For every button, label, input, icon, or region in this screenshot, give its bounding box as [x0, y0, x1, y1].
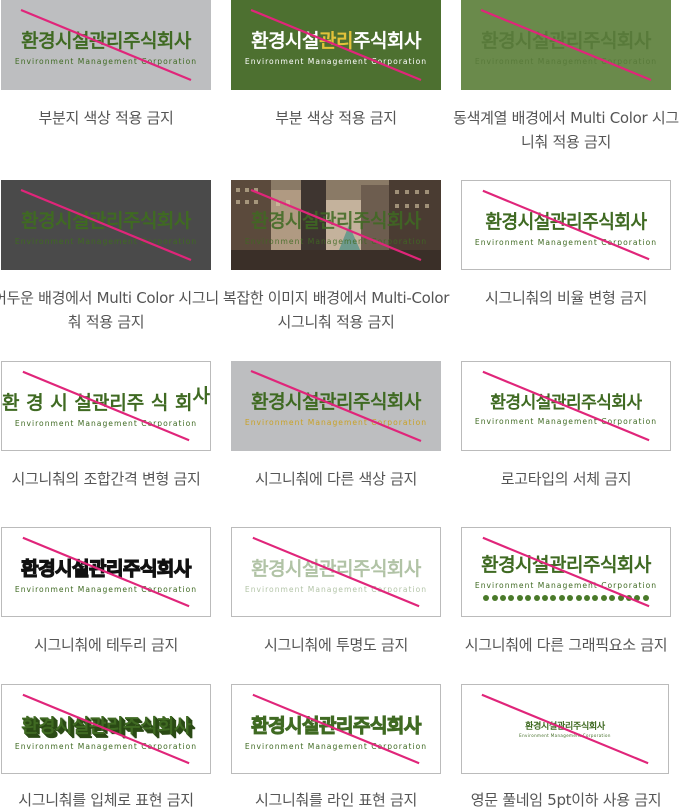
logo-sample: 환경시설관리주식회사 Environment Management Corpor… — [461, 0, 671, 90]
logo-sample: 환경시설관리주식회사 Environment Management Corpor… — [231, 684, 441, 774]
prohibited-slash — [22, 370, 190, 442]
caption: 시그니춰에 다른 그래픽요소 금지 — [464, 636, 668, 654]
caption: 어두운 배경에서 Multi Color 시그니춰 적용 금지 — [0, 289, 219, 331]
logo-sample: 환경시설관리주식회사 Environment Management Corpor… — [231, 180, 441, 270]
prohibited-slash — [252, 536, 420, 608]
caption: 시그니춰에 테두리 금지 — [34, 636, 178, 654]
caption: 시그니춰를 입체로 표현 금지 — [18, 791, 194, 809]
caption: 영문 풀네임 5pt이하 사용 금지 — [470, 791, 662, 809]
prohibited-slash — [250, 369, 422, 443]
logo-sample: 환경시설관리주식회사 Environment Management Corpor… — [1, 180, 211, 270]
prohibited-slash — [20, 8, 192, 82]
caption: 복잡한 이미지 배경에서 Multi-Color 시그니춰 적용 금지 — [222, 289, 450, 331]
prohibited-slash — [480, 8, 652, 82]
prohibited-slash — [481, 693, 649, 765]
logo-sample: 환경시설관리주식회사 Environment Management Corpor… — [231, 527, 441, 617]
prohibited-slash — [250, 8, 422, 82]
logo-sample: 환경시설관리주식회사 Environment Management Corpor… — [231, 0, 441, 90]
logo-sample: 환경시설관리주식회사 Environment Management Corpor… — [1, 684, 211, 774]
prohibited-slash — [252, 693, 420, 765]
prohibited-slash — [250, 188, 422, 262]
logo-sample: 환경시설관리주식회사 Environment Management Corpor… — [461, 361, 671, 451]
caption: 시그니춰의 조합간격 변형 금지 — [11, 470, 201, 488]
caption: 로고타입의 서체 금지 — [500, 470, 632, 488]
logo-sample: 환경시설관리주식회사 Environment Management Corpor… — [231, 361, 441, 451]
prohibited-slash — [482, 189, 650, 261]
caption: 시그니춰의 비율 변형 금지 — [485, 289, 647, 307]
caption: 부분지 색상 적용 금지 — [38, 109, 174, 127]
logo-sample: 환 경 시 설관리주 식 회사 Environment Management C… — [1, 361, 211, 451]
prohibited-slash — [482, 370, 650, 442]
logo-sample: 환경시설관리주식회사 Environment Management Corpor… — [461, 527, 671, 617]
caption: 동색계열 배경에서 Multi Color 시그니춰 적용 금지 — [453, 109, 679, 151]
caption: 시그니춰에 다른 색상 금지 — [255, 470, 417, 488]
caption: 부분 색상 적용 금지 — [275, 109, 397, 127]
caption: 시그니춰를 라인 표현 금지 — [255, 791, 417, 809]
prohibited-slash — [482, 536, 650, 608]
logo-sample: 환경시설관리주식회사 Environment Management Corpor… — [461, 684, 669, 774]
caption: 시그니춰에 투명도 금지 — [264, 636, 408, 654]
logo-sample: 환경시설관리주식회사 Environment Management Corpor… — [1, 527, 211, 617]
prohibited-slash — [22, 536, 190, 608]
prohibited-slash — [22, 693, 190, 765]
logo-sample: 환경시설관리주식회사 Environment Management Corpor… — [1, 0, 211, 90]
logo-sample: 환경시설관리주식회사 Environment Management Corpor… — [461, 180, 671, 270]
prohibited-slash — [20, 188, 192, 262]
